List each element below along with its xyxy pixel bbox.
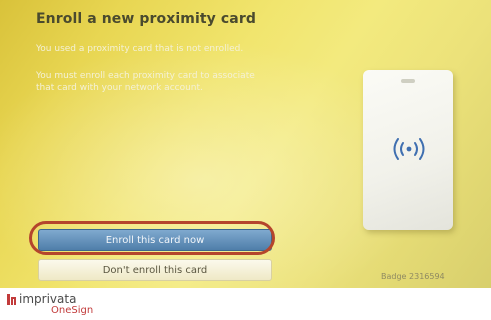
footer: imprivata OneSign (0, 288, 491, 320)
skip-enroll-button[interactable]: Don't enroll this card (38, 259, 272, 281)
message-not-enrolled: You used a proximity card that is not en… (36, 44, 244, 54)
message-instructions-line2: that card with your network account. (36, 83, 203, 93)
message-instructions-line1: You must enroll each proximity card to a… (36, 71, 255, 81)
brand-name: imprivata (19, 292, 77, 306)
screen: Enroll a new proximity card You used a p… (0, 0, 491, 320)
imprivata-logo-icon (7, 294, 16, 305)
card-slot (401, 79, 415, 83)
imprivata-logo: imprivata OneSign (7, 292, 97, 320)
dialog-title: Enroll a new proximity card (36, 11, 256, 27)
badge-number: Badge 2316594 (381, 272, 445, 281)
rfid-waves-icon (393, 138, 425, 160)
product-name: OneSign (51, 305, 94, 316)
proximity-card-icon (363, 70, 453, 230)
highlight-ring (29, 221, 275, 255)
enroll-card-dialog: Enroll a new proximity card You used a p… (0, 0, 491, 288)
